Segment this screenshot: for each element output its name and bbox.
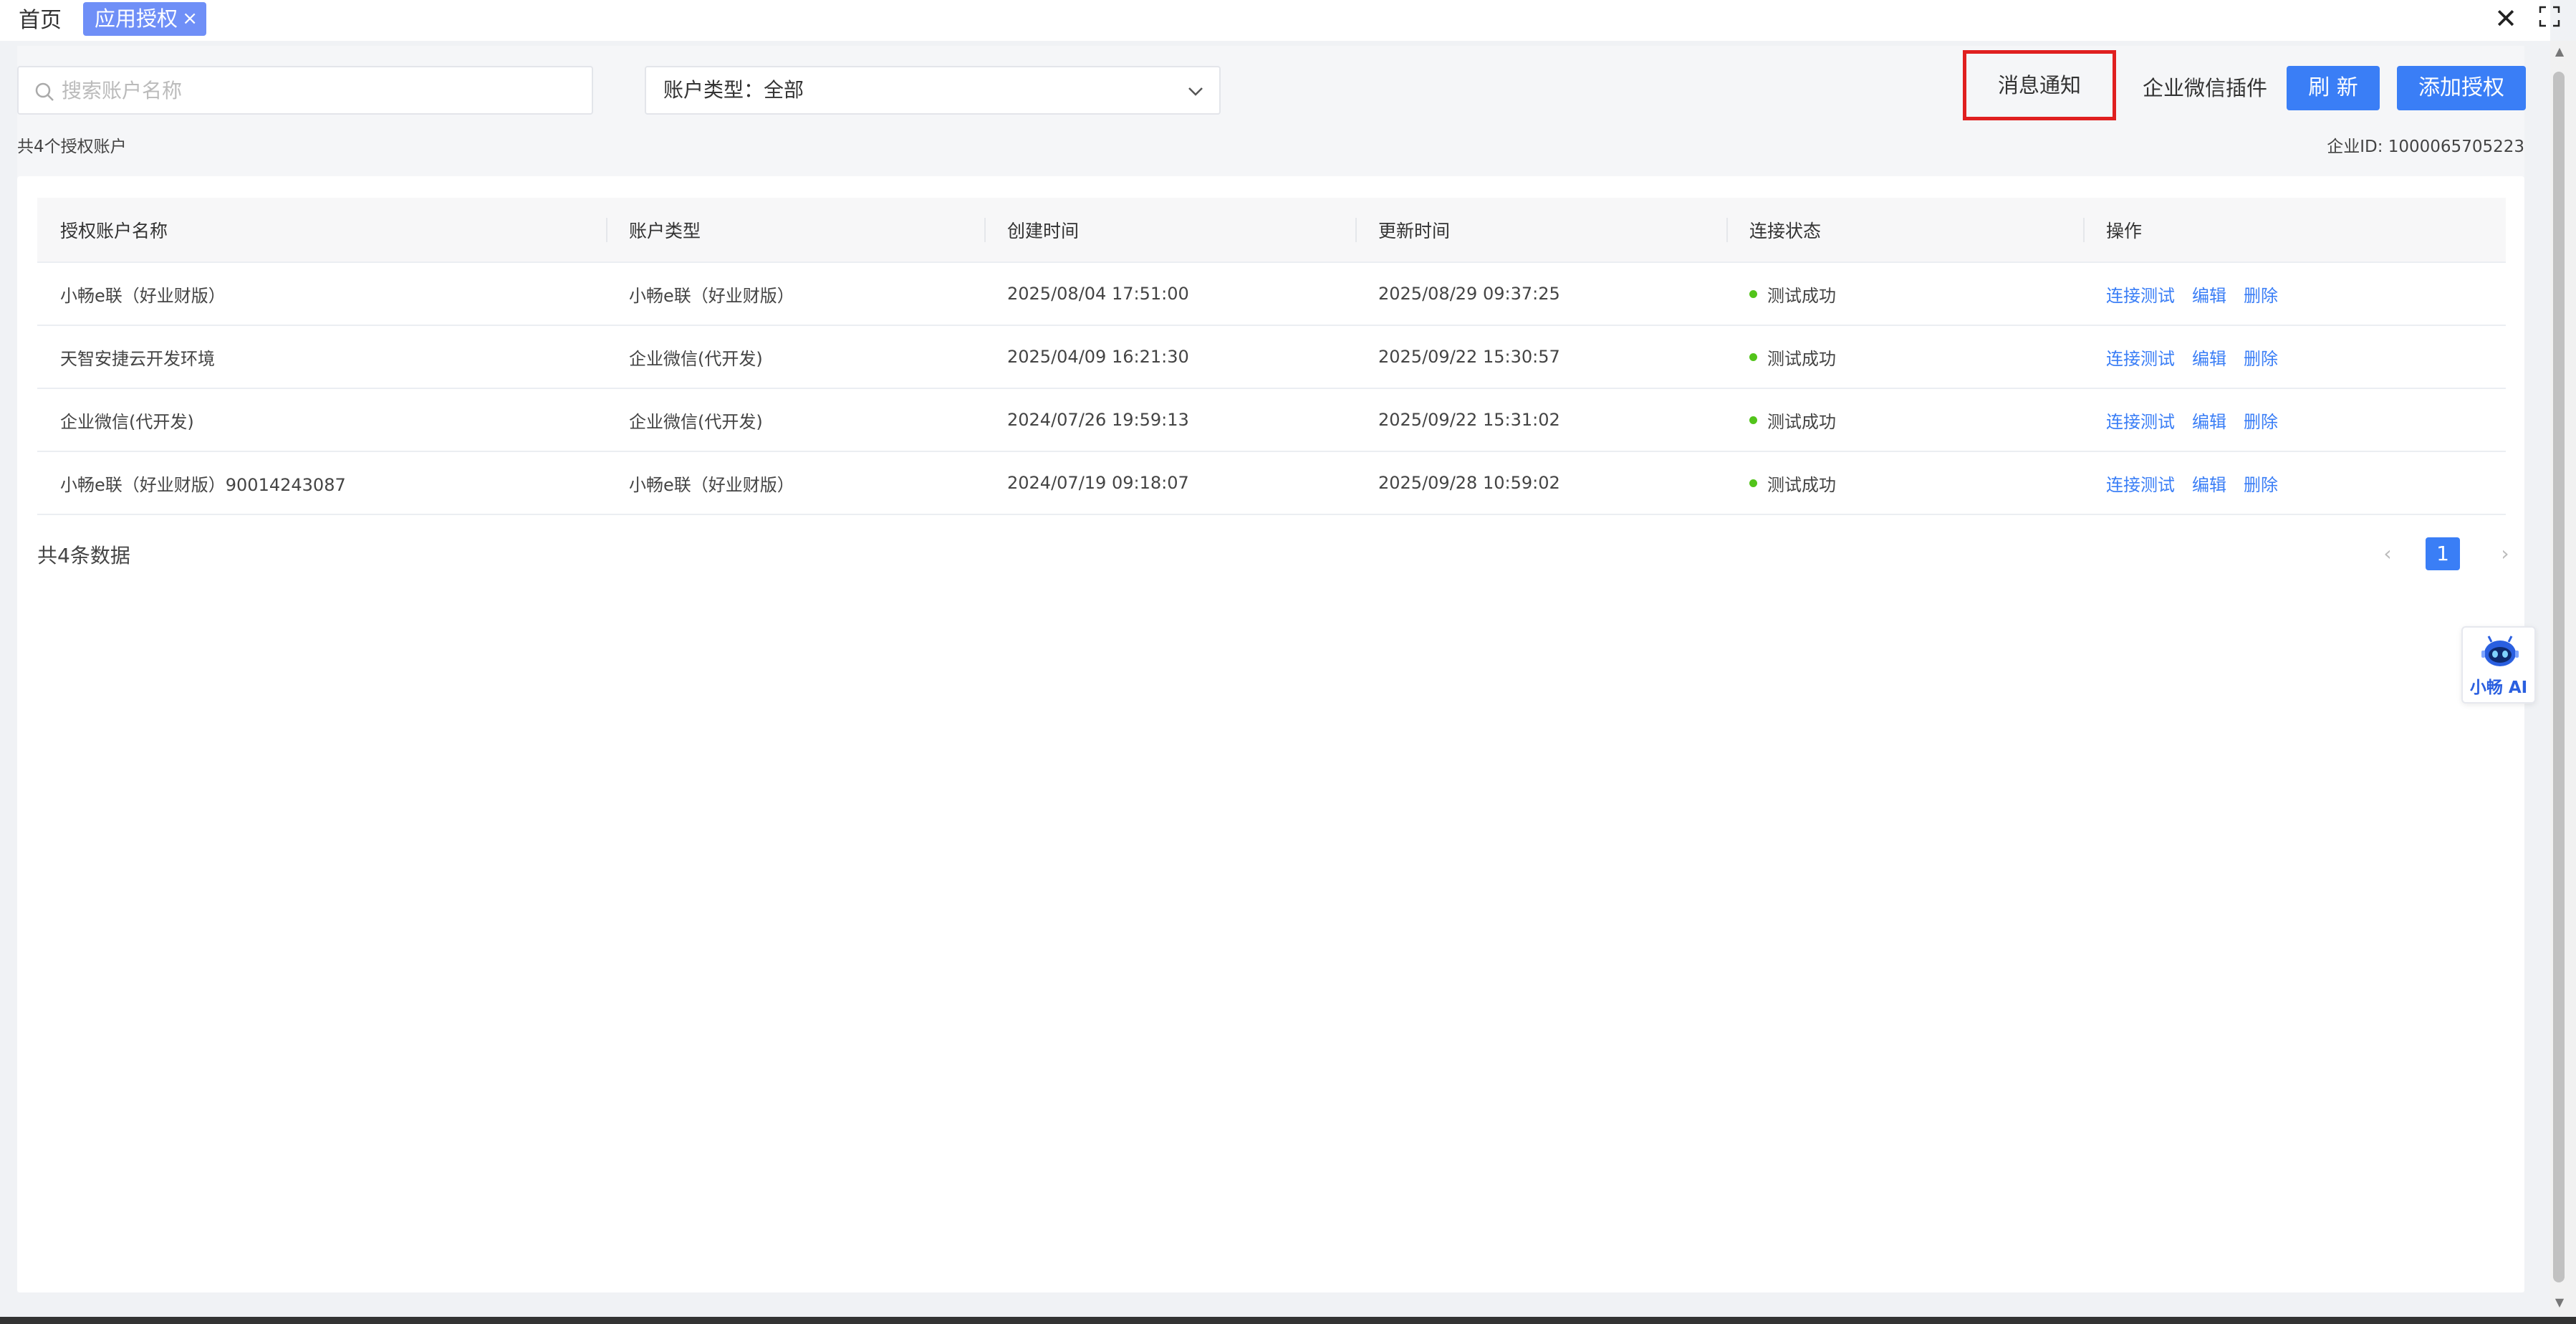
next-page-icon[interactable]: ›	[2493, 538, 2517, 570]
corp-id: 企业ID: 1000065705223	[2327, 138, 2524, 156]
delete-link[interactable]: 删除	[2244, 286, 2278, 306]
account-name-cell: 小畅e联（好业财版）	[37, 262, 606, 326]
column-header: 连接状态	[1726, 198, 2083, 263]
ai-assistant-label: 小畅 AI	[2469, 678, 2528, 697]
created-time-cell: 2024/07/19 09:18:07	[984, 451, 1355, 515]
scrollbar-thumb[interactable]	[2553, 72, 2565, 1282]
account-type-cell: 小畅e联（好业财版）	[606, 262, 984, 326]
refresh-button[interactable]: 刷 新	[2287, 66, 2380, 110]
status-dot-icon	[1749, 353, 1757, 361]
created-time-cell: 2025/04/09 16:21:30	[984, 325, 1355, 389]
add-authorization-button[interactable]: 添加授权	[2397, 66, 2526, 110]
column-header: 创建时间	[984, 198, 1355, 263]
search-box[interactable]	[17, 66, 593, 115]
search-icon	[35, 82, 54, 101]
account-name-cell: 小畅e联（好业财版）90014243087	[37, 451, 606, 515]
tab-close-icon[interactable]: ×	[182, 2, 198, 36]
status-cell: 测试成功	[1726, 451, 2083, 515]
account-type-cell: 企业微信(代开发)	[606, 325, 984, 389]
fullscreen-icon[interactable]	[2539, 6, 2560, 27]
edit-link[interactable]: 编辑	[2192, 412, 2226, 432]
edit-link[interactable]: 编辑	[2192, 286, 2226, 306]
bottom-strip	[0, 1317, 2576, 1324]
test-connection-link[interactable]: 连接测试	[2106, 286, 2175, 306]
tab-home[interactable]: 首页	[19, 5, 62, 37]
table-row: 企业微信(代开发) 企业微信(代开发) 2024/07/26 19:59:13 202…	[37, 388, 2506, 452]
delete-link[interactable]: 删除	[2244, 412, 2278, 432]
test-connection-link[interactable]: 连接测试	[2106, 412, 2175, 432]
edit-link[interactable]: 编辑	[2192, 475, 2226, 495]
status-text: 测试成功	[1767, 285, 1836, 306]
status-dot-icon	[1749, 290, 1757, 298]
accounts-table: 授权账户名称 账户类型 创建时间 更新时间 连接状态 操作 小畅e联（好业财版）…	[37, 198, 2506, 515]
updated-time-cell: 2025/09/22 15:30:57	[1355, 325, 1726, 389]
status-dot-icon	[1749, 479, 1757, 487]
updated-time-cell: 2025/09/22 15:31:02	[1355, 388, 1726, 452]
tab-label: 应用授权	[95, 6, 178, 31]
account-name-cell: 天智安捷云开发环境	[37, 325, 606, 389]
tab-app-authorization[interactable]: 应用授权 ×	[83, 2, 206, 36]
delete-link[interactable]: 删除	[2244, 475, 2278, 495]
tab-bar: 首页 应用授权 × ✕	[0, 0, 2560, 41]
actions-cell: 连接测试 编辑 删除	[2083, 451, 2506, 515]
window-close-icon[interactable]: ✕	[2491, 1, 2520, 36]
column-header: 授权账户名称	[37, 198, 606, 263]
status-cell: 测试成功	[1726, 325, 2083, 389]
table-header-row: 授权账户名称 账户类型 创建时间 更新时间 连接状态 操作	[37, 198, 2506, 263]
page-number-current[interactable]: 1	[2426, 537, 2460, 570]
ai-assistant-button[interactable]: 小畅 AI	[2461, 626, 2536, 704]
created-time-cell: 2024/07/26 19:59:13	[984, 388, 1355, 452]
updated-time-cell: 2025/08/29 09:37:25	[1355, 262, 1726, 326]
robot-icon	[2481, 635, 2519, 666]
status-text: 测试成功	[1767, 348, 1836, 369]
column-header: 账户类型	[606, 198, 984, 263]
status-text: 测试成功	[1767, 474, 1836, 495]
search-input[interactable]	[62, 67, 577, 113]
delete-link[interactable]: 删除	[2244, 349, 2278, 369]
test-connection-link[interactable]: 连接测试	[2106, 475, 2175, 495]
table-row: 小畅e联（好业财版） 小畅e联（好业财版） 2025/08/04 17:51:00 2…	[37, 262, 2506, 326]
message-notification-button[interactable]: 消息通知	[1963, 50, 2116, 120]
table-card: 授权账户名称 账户类型 创建时间 更新时间 连接状态 操作 小畅e联（好业财版）…	[17, 176, 2524, 1292]
test-connection-link[interactable]: 连接测试	[2106, 349, 2175, 369]
created-time-cell: 2025/08/04 17:51:00	[984, 262, 1355, 326]
table-row: 小畅e联（好业财版）90014243087 小畅e联（好业财版） 2024/07/1…	[37, 451, 2506, 515]
table-row: 天智安捷云开发环境 企业微信(代开发) 2025/04/09 16:21:30 202…	[37, 325, 2506, 389]
account-name-cell: 企业微信(代开发)	[37, 388, 606, 452]
actions-cell: 连接测试 编辑 删除	[2083, 388, 2506, 452]
scroll-down-arrow-icon[interactable]: ▼	[2553, 1295, 2566, 1310]
account-count: 共4个授权账户	[17, 138, 127, 156]
column-header: 操作	[2083, 198, 2506, 263]
status-cell: 测试成功	[1726, 388, 2083, 452]
actions-cell: 连接测试 编辑 删除	[2083, 262, 2506, 326]
status-text: 测试成功	[1767, 411, 1836, 432]
updated-time-cell: 2025/09/28 10:59:02	[1355, 451, 1726, 515]
account-type-cell: 小畅e联（好业财版）	[606, 451, 984, 515]
account-type-select[interactable]: 账户类型：全部	[645, 66, 1221, 115]
status-dot-icon	[1749, 416, 1757, 424]
prev-page-icon[interactable]: ‹	[2375, 538, 2400, 570]
actions-cell: 连接测试 编辑 删除	[2083, 325, 2506, 389]
total-count: 共4条数据	[37, 544, 130, 567]
status-cell: 测试成功	[1726, 262, 2083, 326]
column-header: 更新时间	[1355, 198, 1726, 263]
scroll-up-arrow-icon[interactable]: ▲	[2553, 44, 2566, 59]
chevron-down-icon	[1188, 87, 1203, 96]
wecom-plugin-button[interactable]: 企业微信插件	[2139, 66, 2271, 110]
account-type-cell: 企业微信(代开发)	[606, 388, 984, 452]
account-type-label: 账户类型：全部	[663, 78, 804, 102]
edit-link[interactable]: 编辑	[2192, 349, 2226, 369]
